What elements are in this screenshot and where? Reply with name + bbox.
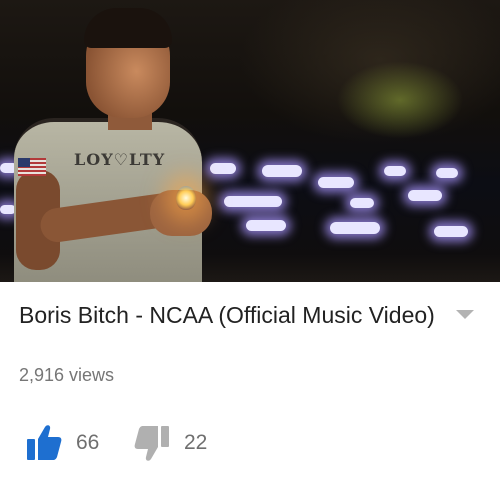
video-thumbnail[interactable]: LOY♡LTY <box>0 0 500 282</box>
lighter-flame <box>176 186 196 210</box>
expand-description-icon[interactable] <box>456 310 474 319</box>
thumbs-down-icon <box>134 426 169 461</box>
video-info-panel: Boris Bitch - NCAA (Official Music Video… <box>0 282 500 500</box>
american-flag-patch <box>18 158 46 176</box>
action-bar: 66 22 <box>0 417 500 467</box>
like-button[interactable]: 66 <box>26 423 99 463</box>
video-title: Boris Bitch - NCAA (Official Music Video… <box>19 302 435 328</box>
view-count: 2,916 views <box>19 365 115 385</box>
thumbs-up-icon <box>27 425 62 460</box>
hair <box>84 8 172 48</box>
dislike-button[interactable]: 22 <box>134 423 207 463</box>
dislike-count: 22 <box>184 431 208 454</box>
like-count: 66 <box>76 431 100 454</box>
person-with-lighter: LOY♡LTY <box>0 0 500 282</box>
shirt-lettering: LOY♡LTY <box>74 150 166 169</box>
